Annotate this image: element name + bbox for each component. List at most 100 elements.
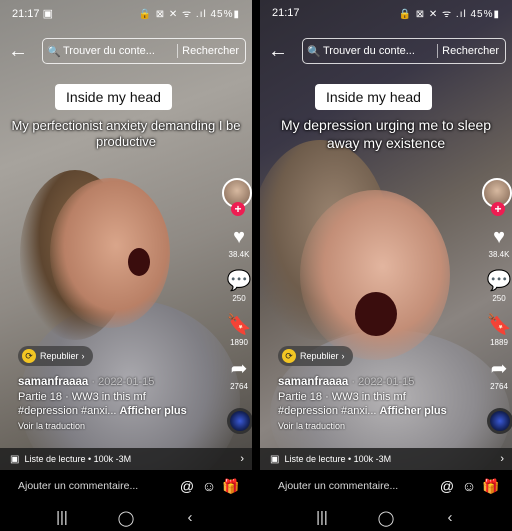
video-screen-right: 21:17 🔒 ⊠ ✕ ᯤ .ıl 45%▮ ← 🔍 Trouver du co…: [260, 0, 512, 531]
back-arrow-icon[interactable]: ←: [0, 38, 36, 64]
hashtags[interactable]: #depression #anxi...: [18, 405, 116, 417]
comment-button[interactable]: 💬 250: [222, 270, 252, 304]
bookmark-icon: 🔖: [226, 314, 252, 336]
playlist-icon: ▣: [270, 453, 280, 465]
back-arrow-icon[interactable]: ←: [260, 38, 296, 64]
status-icons: 🔒 ⊠ ✕ ᯤ .ıl 45%▮: [398, 9, 500, 20]
share-count: 2764: [490, 382, 508, 391]
follow-plus-icon[interactable]: +: [491, 202, 505, 216]
follow-plus-icon[interactable]: +: [231, 202, 245, 216]
caption-box: Inside my head: [55, 84, 172, 110]
back-icon[interactable]: ‹: [170, 509, 210, 526]
comment-count: 250: [492, 294, 506, 303]
chevron-right-icon: ›: [240, 453, 244, 465]
comment-input[interactable]: Ajouter un commentaire...: [18, 480, 176, 492]
username[interactable]: samanfraaaa: [278, 376, 348, 388]
status-bar: 21:17 ▣ 🔒 ⊠ ✕ ᯤ .ıl 45%▮: [0, 0, 252, 26]
hashtags[interactable]: #depression #anxi...: [278, 405, 376, 417]
bookmark-icon: 🔖: [486, 314, 512, 336]
home-icon[interactable]: ◯: [106, 509, 146, 527]
music-disc-icon[interactable]: [227, 408, 252, 434]
video-content: [50, 178, 170, 328]
share-icon: ➦: [490, 358, 508, 380]
chevron-right-icon: ›: [341, 351, 345, 361]
like-button[interactable]: ♥ 38.4K: [222, 226, 252, 260]
save-button[interactable]: 🔖 1889: [482, 314, 512, 348]
share-count: 2764: [230, 382, 248, 391]
republish-button[interactable]: ⟳ Republier ›: [18, 346, 93, 366]
post-date: · 2022-01-15: [351, 376, 415, 388]
playlist-bar[interactable]: ▣ Liste de lecture • 100k -3M ›: [260, 448, 512, 470]
username[interactable]: samanfraaaa: [18, 376, 88, 388]
status-time: 21:17: [12, 7, 40, 20]
playlist-bar[interactable]: ▣ Liste de lecture • 100k -3M ›: [0, 448, 252, 470]
home-icon[interactable]: ◯: [366, 509, 406, 527]
emoji-icon[interactable]: ☺: [198, 478, 220, 494]
recent-apps-icon[interactable]: |||: [42, 509, 82, 526]
republish-icon: ⟳: [282, 349, 296, 363]
playlist-label: Liste de lecture • 100k -3M: [284, 454, 392, 464]
comment-bar: Ajouter un commentaire... @ ☺ 🎁: [260, 472, 512, 500]
share-icon: ➦: [230, 358, 248, 380]
playlist-icon: ▣: [10, 453, 20, 465]
back-icon[interactable]: ‹: [430, 509, 470, 526]
heart-icon: ♥: [233, 226, 245, 248]
save-button[interactable]: 🔖 1890: [222, 314, 252, 348]
search-bar[interactable]: 🔍 Trouver du conte... Rechercher: [42, 38, 246, 64]
mention-icon[interactable]: @: [176, 478, 198, 494]
video-description: samanfraaaa · 2022-01-15 Partie 18 · WW3…: [18, 376, 218, 431]
republish-label: Republier: [40, 351, 79, 361]
overlay-text: My depression urging me to sleep away my…: [280, 117, 492, 151]
search-bar[interactable]: 🔍 Trouver du conte... Rechercher: [302, 38, 506, 64]
video-description: samanfraaaa · 2022-01-15 Partie 18 · WW3…: [278, 376, 478, 431]
video-screen-left: 21:17 ▣ 🔒 ⊠ ✕ ᯤ .ıl 45%▮ ← 🔍 Trouver du …: [0, 0, 252, 531]
save-count: 1889: [490, 338, 508, 347]
republish-label: Republier: [300, 351, 339, 361]
search-input[interactable]: Trouver du conte...: [63, 45, 173, 57]
republish-icon: ⟳: [22, 349, 36, 363]
chevron-right-icon: ›: [81, 351, 85, 361]
status-left-icon: ▣: [42, 7, 53, 20]
music-disc-icon[interactable]: [487, 408, 512, 434]
search-icon: 🔍: [307, 45, 321, 58]
system-nav-bar: ||| ◯ ‹: [260, 504, 512, 531]
comment-bar: Ajouter un commentaire... @ ☺ 🎁: [0, 472, 252, 500]
search-button[interactable]: Rechercher: [182, 45, 245, 57]
search-button[interactable]: Rechercher: [442, 45, 505, 57]
status-bar: 21:17 🔒 ⊠ ✕ ᯤ .ıl 45%▮: [260, 0, 512, 26]
translation-link[interactable]: Voir la traduction: [18, 421, 218, 431]
chevron-right-icon: ›: [500, 453, 504, 465]
like-button[interactable]: ♥ 38.4K: [482, 226, 512, 260]
part-label: Partie 18 · WW3 in this mf: [278, 391, 406, 403]
video-content: [128, 248, 150, 276]
show-more-link[interactable]: Afficher plus: [120, 405, 187, 417]
recent-apps-icon[interactable]: |||: [302, 509, 342, 526]
like-count: 38.4K: [488, 250, 510, 259]
emoji-icon[interactable]: ☺: [458, 478, 480, 494]
share-button[interactable]: ➦ 2764: [482, 358, 512, 392]
mention-icon[interactable]: @: [436, 478, 458, 494]
top-bar: ← 🔍 Trouver du conte... Rechercher: [0, 38, 252, 64]
show-more-link[interactable]: Afficher plus: [380, 405, 447, 417]
search-icon: 🔍: [47, 45, 61, 58]
translation-link[interactable]: Voir la traduction: [278, 421, 478, 431]
comment-button[interactable]: 💬 250: [482, 270, 512, 304]
republish-button[interactable]: ⟳ Republier ›: [278, 346, 353, 366]
gift-icon[interactable]: 🎁: [220, 478, 242, 495]
heart-icon: ♥: [493, 226, 505, 248]
video-content: [355, 292, 397, 336]
share-button[interactable]: ➦ 2764: [222, 358, 252, 392]
search-divider: [437, 44, 439, 58]
like-count: 38.4K: [228, 250, 250, 259]
comment-icon: 💬: [226, 270, 252, 292]
save-count: 1890: [230, 338, 248, 347]
search-divider: [177, 44, 179, 58]
overlay-text: My perfectionist anxiety demanding I be …: [11, 118, 241, 149]
part-label: Partie 18 · WW3 in this mf: [18, 391, 146, 403]
top-bar: ← 🔍 Trouver du conte... Rechercher: [260, 38, 512, 64]
search-input[interactable]: Trouver du conte...: [323, 45, 433, 57]
system-nav-bar: ||| ◯ ‹: [0, 504, 252, 531]
gift-icon[interactable]: 🎁: [480, 478, 502, 495]
comment-input[interactable]: Ajouter un commentaire...: [278, 480, 436, 492]
status-time: 21:17: [272, 7, 300, 19]
